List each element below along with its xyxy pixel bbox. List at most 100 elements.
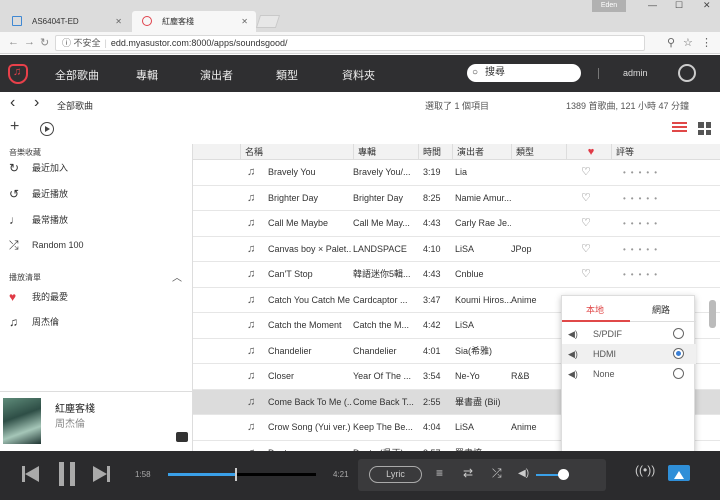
song-album: Chandelier xyxy=(353,345,397,356)
browser-tab-title: 紅塵客棧 xyxy=(162,17,194,26)
favorite-heart-icon[interactable]: ♡ xyxy=(581,262,591,288)
previous-icon[interactable] xyxy=(22,464,42,484)
radio-button[interactable] xyxy=(673,368,684,379)
radio-button[interactable] xyxy=(673,328,684,339)
col-name[interactable]: 名稱 xyxy=(240,144,263,160)
search-icon: ○ xyxy=(472,67,479,78)
radio-button[interactable] xyxy=(673,348,684,359)
collapse-chevron-icon[interactable]: ︿ xyxy=(172,269,182,284)
favorite-heart-icon[interactable]: ♡ xyxy=(581,211,591,237)
song-time: 4:42 xyxy=(423,320,441,330)
username[interactable]: admin xyxy=(623,68,648,78)
grid-view-icon[interactable] xyxy=(698,122,711,135)
close-tab-icon[interactable]: ✕ xyxy=(241,11,248,32)
volume-handle[interactable] xyxy=(558,469,569,480)
rating-stars[interactable]: ••••• xyxy=(623,262,662,288)
song-time: 3:47 xyxy=(423,294,441,305)
output-option[interactable]: ◀) None xyxy=(562,364,696,384)
album-cover[interactable] xyxy=(3,398,41,444)
table-row[interactable]: ♫ Bravely You Bravely You/... 3:19 Lia ♡ ••••• xyxy=(193,160,720,186)
favorite-heart-icon[interactable]: ♡ xyxy=(581,160,591,186)
minimize-button[interactable]: — xyxy=(648,0,657,10)
nav-albums[interactable]: 專輯 xyxy=(136,67,158,83)
browser-menu-icon[interactable]: ⋮ xyxy=(701,36,712,49)
progress-bar[interactable] xyxy=(168,468,316,481)
search-input[interactable]: ○ 搜尋 xyxy=(467,64,581,82)
new-tab-button[interactable] xyxy=(255,15,281,28)
col-time[interactable]: 時間 xyxy=(418,144,441,160)
col-genre[interactable]: 類型 xyxy=(511,144,534,160)
broadcast-icon[interactable]: ((•)) xyxy=(635,463,655,477)
table-row[interactable]: ♫ Call Me Maybe Call Me May... 4:43 Carly Ra… xyxy=(193,211,720,237)
tab-local[interactable]: 本地 xyxy=(586,303,604,316)
nav-artists[interactable]: 演出者 xyxy=(200,67,233,83)
repeat-icon[interactable]: ⇄ xyxy=(463,466,473,480)
volume-icon[interactable]: ◀) xyxy=(518,468,529,479)
sidebar-item-random-100[interactable]: ⤮ Random 100 xyxy=(9,236,189,254)
output-option-label: HDMI xyxy=(593,349,616,359)
add-icon[interactable]: + xyxy=(10,118,19,136)
app-header: 全部歌曲 專輯 演出者 類型 資料夾 ○ 搜尋 admin xyxy=(0,55,720,92)
maximize-button[interactable]: ☐ xyxy=(675,0,683,11)
song-name: Crow Song (Yui ver.) xyxy=(268,422,351,432)
reload-icon[interactable]: ↻ xyxy=(40,36,49,49)
song-genre: Anime xyxy=(511,422,537,432)
airplay-icon[interactable] xyxy=(668,465,690,481)
browser-tab-active[interactable]: 紅塵客棧 ✕ xyxy=(132,11,256,32)
music-file-icon: ♩ xyxy=(9,213,21,227)
rating-stars[interactable]: ••••• xyxy=(623,186,662,212)
col-album[interactable]: 專輯 xyxy=(353,144,376,160)
play-all-icon[interactable] xyxy=(40,122,54,136)
col-favorite-heart-icon[interactable]: ♥ xyxy=(566,144,611,160)
nav-folders[interactable]: 資料夾 xyxy=(342,67,375,83)
camera-icon[interactable] xyxy=(176,432,188,442)
col-artist[interactable]: 演出者 xyxy=(452,144,484,160)
back-icon[interactable]: ← xyxy=(8,36,19,48)
soundsgood-logo-icon[interactable] xyxy=(8,64,28,84)
rating-stars[interactable]: ••••• xyxy=(623,211,662,237)
favorite-heart-icon[interactable]: ♡ xyxy=(581,186,591,212)
sidebar-item-most-played[interactable]: ♩ 最常播放 xyxy=(9,211,189,229)
table-row[interactable]: ♫ Can'T Stop 韓語迷你5輯... 4:43 Cnblue ♡ ••••• xyxy=(193,262,720,288)
player-controls: Lyric ≡ ⇄ ⤮ ◀) xyxy=(358,459,606,491)
user-avatar-icon[interactable] xyxy=(678,64,696,82)
nav-all-songs[interactable]: 全部歌曲 xyxy=(55,67,99,83)
back-arrow-icon[interactable]: ‹ xyxy=(10,94,15,112)
lyric-button[interactable]: Lyric xyxy=(369,466,422,483)
url-text: edd.myasustor.com:8000/apps/soundsgood/ xyxy=(110,38,288,48)
song-genre: R&B xyxy=(511,371,530,381)
rating-stars[interactable]: ••••• xyxy=(623,160,662,186)
forward-icon[interactable]: → xyxy=(24,36,35,48)
song-name: Bravely You xyxy=(268,167,316,177)
song-time: 2:55 xyxy=(423,396,441,407)
favorite-heart-icon[interactable]: ♡ xyxy=(581,237,591,263)
pause-icon[interactable] xyxy=(58,462,78,486)
sidebar-item-playlist-jay[interactable]: ♫ 周杰倫 xyxy=(9,313,189,331)
tab-network[interactable]: 網路 xyxy=(652,303,670,316)
sidebar-item-recently-added[interactable]: ↻ 最近加入 xyxy=(9,159,189,177)
url-field[interactable]: ⓘ 不安全 | edd.myasustor.com:8000/apps/sounds… xyxy=(55,35,645,51)
output-option[interactable]: ◀) HDMI xyxy=(562,344,696,364)
close-window-button[interactable]: ✕ xyxy=(703,0,711,11)
song-album: Keep The Be... xyxy=(353,422,413,432)
sidebar-item-recently-played[interactable]: ↺ 最近播放 xyxy=(9,185,189,203)
browser-user-badge[interactable]: Eden xyxy=(592,0,626,12)
table-row[interactable]: ♫ Brighter Day Brighter Day 8:25 Namie Amur.… xyxy=(193,186,720,212)
next-icon[interactable] xyxy=(93,464,113,484)
col-rating[interactable]: 評等 xyxy=(611,144,634,160)
extension-icon[interactable]: ⚲ xyxy=(667,36,675,49)
nav-genres[interactable]: 類型 xyxy=(276,67,298,83)
rating-stars[interactable]: ••••• xyxy=(623,237,662,263)
forward-arrow-icon[interactable]: › xyxy=(34,94,39,112)
list-view-icon[interactable] xyxy=(672,122,687,134)
progress-handle[interactable] xyxy=(234,468,237,481)
shuffle-icon[interactable]: ⤮ xyxy=(492,466,502,481)
table-row[interactable]: ♫ Canvas boy × Palet... LANDSPACE 4:10 LiSA J… xyxy=(193,237,720,263)
browser-tab-nas[interactable]: AS6404T-ED ✕ xyxy=(2,11,130,32)
output-option[interactable]: ◀) S/PDIF xyxy=(562,324,696,344)
close-tab-icon[interactable]: ✕ xyxy=(115,11,122,32)
sidebar-item-favorites[interactable]: ♥ 我的最愛 xyxy=(9,288,189,306)
scrollbar-thumb[interactable] xyxy=(709,300,716,328)
bookmark-star-icon[interactable]: ☆ xyxy=(683,36,693,49)
queue-icon[interactable]: ≡ xyxy=(436,466,443,480)
